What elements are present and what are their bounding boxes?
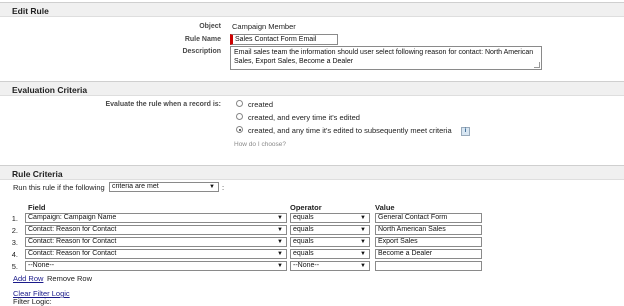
operator-select[interactable]: equals ▼ xyxy=(290,237,370,247)
edit-rule-title: Edit Rule xyxy=(12,6,49,16)
field-select-value: Contact: Reason for Contact xyxy=(28,238,117,245)
rule-criteria-title: Rule Criteria xyxy=(12,169,63,179)
dropdown-arrow-icon: ▼ xyxy=(360,227,366,233)
operator-select[interactable]: equals ▼ xyxy=(290,213,370,223)
dropdown-arrow-icon: ▼ xyxy=(209,184,215,190)
criteria-logic-select[interactable]: criteria are met ▼ xyxy=(109,182,219,192)
dropdown-arrow-icon: ▼ xyxy=(360,251,366,257)
column-header-value: Value xyxy=(375,203,395,212)
field-select-value: Campaign: Campaign Name xyxy=(28,214,117,221)
radio-created-meet-criteria[interactable] xyxy=(236,126,243,133)
value-input[interactable] xyxy=(375,261,482,271)
operator-select[interactable]: --None-- ▼ xyxy=(290,261,370,271)
description-text: Email sales team the information should … xyxy=(234,49,534,65)
rule-criteria-header: Rule Criteria xyxy=(0,165,624,180)
resize-handle-icon[interactable] xyxy=(534,62,540,68)
description-textarea[interactable]: Email sales team the information should … xyxy=(230,46,542,70)
value-input[interactable]: North American Sales xyxy=(375,225,482,235)
description-label: Description xyxy=(182,48,221,55)
field-select-value: --None-- xyxy=(28,262,55,269)
evaluation-criteria-title: Evaluation Criteria xyxy=(12,85,88,95)
rule-name-label: Rule Name xyxy=(184,36,221,43)
object-value: Campaign Member xyxy=(232,22,296,31)
dropdown-arrow-icon: ▼ xyxy=(277,263,283,269)
operator-select-value: equals xyxy=(293,226,314,233)
info-icon[interactable]: i xyxy=(461,127,470,136)
dropdown-arrow-icon: ▼ xyxy=(277,239,283,245)
field-select-value: Contact: Reason for Contact xyxy=(28,250,117,257)
dropdown-arrow-icon: ▼ xyxy=(277,251,283,257)
evaluation-criteria-header: Evaluation Criteria xyxy=(0,81,624,96)
operator-select[interactable]: equals ▼ xyxy=(290,225,370,235)
dropdown-arrow-icon: ▼ xyxy=(360,215,366,221)
column-header-operator: Operator xyxy=(290,203,322,212)
dropdown-arrow-icon: ▼ xyxy=(277,227,283,233)
field-select[interactable]: Contact: Reason for Contact ▼ xyxy=(25,249,287,259)
field-select[interactable]: --None-- ▼ xyxy=(25,261,287,271)
row-number: 1. xyxy=(11,214,18,223)
how-do-i-choose-link[interactable]: How do I choose? xyxy=(234,141,286,148)
row-number: 4. xyxy=(11,250,18,259)
operator-select-value: equals xyxy=(293,214,314,221)
operator-select-value: --None-- xyxy=(293,262,320,269)
object-label: Object xyxy=(199,23,221,30)
row-number: 2. xyxy=(11,226,18,235)
field-select[interactable]: Contact: Reason for Contact ▼ xyxy=(25,225,287,235)
run-if-label: Run this rule if the following xyxy=(13,183,105,192)
run-if-suffix: : xyxy=(222,183,225,192)
edit-rule-header: Edit Rule xyxy=(0,2,624,17)
radio-created-every-edit[interactable] xyxy=(236,113,243,120)
radio-created[interactable] xyxy=(236,100,243,107)
add-row-link[interactable]: Add Row xyxy=(13,274,43,283)
evaluate-prompt: Evaluate the rule when a record is: xyxy=(105,101,221,108)
criteria-logic-value: criteria are met xyxy=(112,183,159,190)
radio-created-every-edit-label: created, and every time it's edited xyxy=(248,113,360,122)
rule-name-input[interactable]: Sales Contact Form Email xyxy=(230,34,338,45)
field-select[interactable]: Campaign: Campaign Name ▼ xyxy=(25,213,287,223)
row-number: 3. xyxy=(11,238,18,247)
operator-select-value: equals xyxy=(293,250,314,257)
radio-created-meet-criteria-label: created, and any time it's edited to sub… xyxy=(248,126,452,135)
remove-row-text: Remove Row xyxy=(47,274,93,283)
dropdown-arrow-icon: ▼ xyxy=(277,215,283,221)
column-header-field: Field xyxy=(28,203,46,212)
operator-select-value: equals xyxy=(293,238,314,245)
dropdown-arrow-icon: ▼ xyxy=(360,263,366,269)
value-input[interactable]: Become a Dealer xyxy=(375,249,482,259)
value-input[interactable]: Export Sales xyxy=(375,237,482,247)
radio-created-label: created xyxy=(248,100,274,109)
dropdown-arrow-icon: ▼ xyxy=(360,239,366,245)
field-select-value: Contact: Reason for Contact xyxy=(28,226,117,233)
row-number: 5. xyxy=(11,262,18,271)
value-input[interactable]: General Contact Form xyxy=(375,213,482,223)
field-select[interactable]: Contact: Reason for Contact ▼ xyxy=(25,237,287,247)
operator-select[interactable]: equals ▼ xyxy=(290,249,370,259)
